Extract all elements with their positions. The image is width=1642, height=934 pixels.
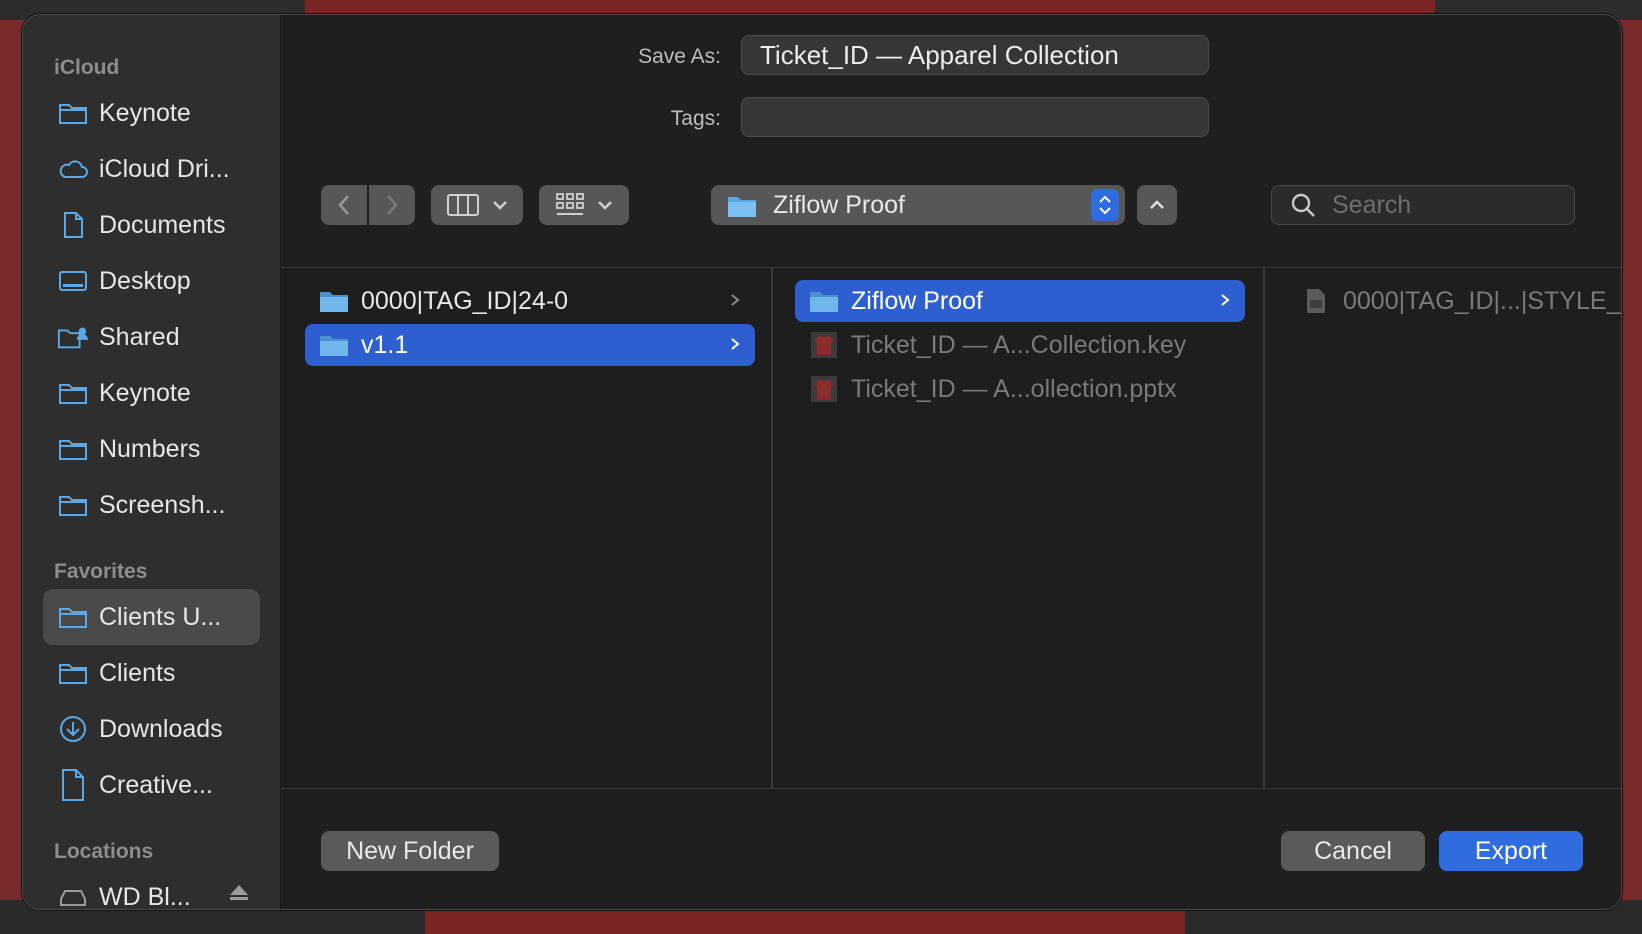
sidebar-item-label: Keynote <box>99 378 191 407</box>
cloud-icon <box>57 156 89 182</box>
sidebar-section-locations: Locations <box>54 840 154 863</box>
sidebar-item-keynote[interactable]: Keynote <box>43 85 260 141</box>
sidebar-item-label: WD Bl... <box>99 882 191 910</box>
main-panel: Save As: Ticket_ID — Apparel Collection … <box>281 15 1621 909</box>
chevron-right-icon <box>387 195 398 215</box>
sidebar-item-icloud-drive[interactable]: iCloud Dri... <box>43 141 260 197</box>
document-icon <box>1301 287 1331 315</box>
sidebar-item-label: Creative... <box>99 770 213 799</box>
document-icon <box>57 212 89 238</box>
list-item: 0000|TAG_ID|...|STYLE_ <box>1287 280 1621 322</box>
item-label: Ticket_ID — A...ollection.pptx <box>851 374 1177 403</box>
folder-icon <box>319 287 349 315</box>
sidebar-item-label: Numbers <box>99 434 201 463</box>
folder-icon <box>57 660 89 686</box>
save-dialog: iCloud Keynote iCloud Dri... Documents D… <box>22 14 1622 910</box>
sidebar-item-desktop[interactable]: Desktop <box>43 253 260 309</box>
folder-icon <box>809 287 839 315</box>
tags-input[interactable] <box>741 97 1209 137</box>
column-2: Ziflow Proof Ticket_ID — A...Collection.… <box>775 268 1265 788</box>
search-field[interactable]: Search <box>1271 185 1575 225</box>
column-1: 0000|TAG_ID|24-0 v1.1 <box>283 268 773 788</box>
cancel-button[interactable]: Cancel <box>1281 831 1425 871</box>
chevron-down-icon <box>598 201 612 210</box>
list-item: Ticket_ID — A...ollection.pptx <box>795 368 1245 410</box>
forward-button[interactable] <box>369 185 415 225</box>
chevron-right-icon <box>731 338 740 350</box>
popup-stepper-icon <box>1091 189 1119 221</box>
sidebar-section-favorites: Favorites <box>54 560 148 583</box>
sidebar-item-label: Screensh... <box>99 490 226 519</box>
save-as-label: Save As: <box>638 45 721 68</box>
list-item: Ticket_ID — A...Collection.key <box>795 324 1245 366</box>
sidebar-item-label: Clients <box>99 658 176 687</box>
keynote-file-icon <box>809 331 839 359</box>
item-label: Ticket_ID — A...Collection.key <box>851 330 1187 359</box>
chevron-right-icon <box>1221 294 1230 306</box>
sidebar-item-shared[interactable]: Shared <box>43 309 260 365</box>
sidebar-item-clients-u[interactable]: Clients U... <box>43 589 260 645</box>
sidebar-item-label: Desktop <box>99 266 191 295</box>
pptx-file-icon <box>809 375 839 403</box>
sidebar-item-downloads[interactable]: Downloads <box>43 701 260 757</box>
new-folder-button[interactable]: New Folder <box>321 831 499 871</box>
file-browser: 0000|TAG_ID|24-0 v1.1 Ziflow Proof Ticke… <box>281 267 1621 789</box>
list-item[interactable]: 0000|TAG_ID|24-0 <box>305 280 755 322</box>
folder-icon <box>728 197 756 217</box>
search-icon <box>1291 193 1315 217</box>
sidebar-item-screenshots[interactable]: Screensh... <box>43 477 260 533</box>
folder-icon <box>57 604 89 630</box>
sidebar-item-label: Downloads <box>99 714 223 743</box>
sidebar-section-icloud: iCloud <box>54 56 120 79</box>
grid-icon <box>556 193 584 215</box>
tags-label: Tags: <box>670 107 721 130</box>
sidebar-item-creative[interactable]: Creative... <box>43 757 260 813</box>
chevron-up-icon <box>1150 200 1164 209</box>
document-icon <box>57 769 89 801</box>
list-item-selected[interactable]: Ziflow Proof <box>795 280 1245 322</box>
columns-view-icon <box>447 194 479 216</box>
sidebar-item-label: Documents <box>99 210 226 239</box>
sidebar-item-numbers[interactable]: Numbers <box>43 421 260 477</box>
item-label: 0000|TAG_ID|...|STYLE_ <box>1343 286 1621 315</box>
sidebar-item-wd-drive[interactable]: WD Bl... <box>43 869 260 910</box>
shared-folder-icon <box>57 324 89 350</box>
drive-icon <box>57 884 89 909</box>
chevron-right-icon <box>731 294 740 306</box>
download-icon <box>57 716 89 742</box>
save-as-input[interactable]: Ticket_ID — Apparel Collection <box>741 35 1209 75</box>
export-button[interactable]: Export <box>1439 831 1583 871</box>
back-button[interactable] <box>321 185 367 225</box>
item-label: v1.1 <box>361 330 409 359</box>
sidebar-item-keynote-2[interactable]: Keynote <box>43 365 260 421</box>
location-popup[interactable]: Ziflow Proof <box>711 185 1125 225</box>
folder-icon <box>57 492 89 518</box>
sidebar-item-label: iCloud Dri... <box>99 154 230 183</box>
folder-icon <box>57 100 89 126</box>
folder-icon <box>319 331 349 359</box>
sidebar-item-label: Clients U... <box>99 602 222 631</box>
eject-icon[interactable] <box>228 883 250 908</box>
desktop-icon <box>57 268 89 294</box>
list-item-selected[interactable]: v1.1 <box>305 324 755 366</box>
sidebar-item-label: Keynote <box>99 98 191 127</box>
chevron-down-icon <box>493 201 507 210</box>
search-placeholder: Search <box>1332 190 1412 219</box>
folder-icon <box>57 380 89 406</box>
enclosing-folder-button[interactable] <box>1137 185 1177 225</box>
sidebar-item-label: Shared <box>99 322 180 351</box>
location-label: Ziflow Proof <box>773 190 905 219</box>
column-3: 0000|TAG_ID|...|STYLE_ <box>1267 268 1621 788</box>
sidebar: iCloud Keynote iCloud Dri... Documents D… <box>23 15 281 909</box>
item-label: 0000|TAG_ID|24-0 <box>361 286 569 315</box>
sidebar-item-documents[interactable]: Documents <box>43 197 260 253</box>
folder-icon <box>57 436 89 462</box>
chevron-left-icon <box>338 195 349 215</box>
sidebar-item-clients[interactable]: Clients <box>43 645 260 701</box>
view-mode-button[interactable] <box>431 185 523 225</box>
item-label: Ziflow Proof <box>851 286 983 315</box>
group-button[interactable] <box>539 185 629 225</box>
